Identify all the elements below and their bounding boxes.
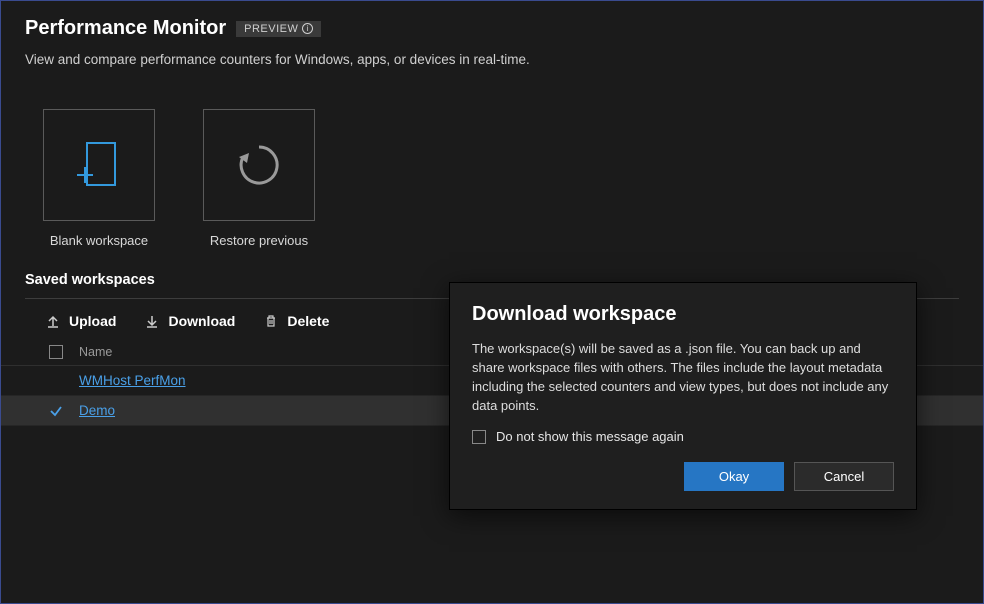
delete-button[interactable]: Delete	[263, 313, 329, 329]
workspace-link[interactable]: WMHost PerfMon	[79, 373, 186, 388]
blank-workspace-label: Blank workspace	[50, 233, 148, 248]
upload-button[interactable]: Upload	[45, 313, 116, 329]
download-icon	[144, 313, 160, 329]
trash-icon	[263, 313, 279, 329]
preview-badge-text: PREVIEW	[244, 23, 298, 35]
dialog-checkbox-row[interactable]: Do not show this message again	[472, 429, 894, 444]
download-workspace-dialog: Download workspace The workspace(s) will…	[449, 282, 917, 510]
dont-show-label: Do not show this message again	[496, 429, 684, 444]
blank-workspace-tile[interactable]	[43, 109, 155, 221]
workspace-link[interactable]: Demo	[79, 403, 115, 418]
page-title: Performance Monitor	[25, 17, 226, 40]
restore-icon	[233, 139, 285, 191]
dialog-body: The workspace(s) will be saved as a .jso…	[472, 340, 894, 415]
info-icon[interactable]: i	[302, 23, 313, 34]
okay-button[interactable]: Okay	[684, 462, 784, 491]
column-name: Name	[79, 345, 112, 359]
dialog-buttons: Okay Cancel	[472, 462, 894, 491]
blank-workspace-icon	[77, 139, 121, 191]
restore-previous-tile[interactable]	[203, 109, 315, 221]
page-header: Performance Monitor PREVIEW i View and c…	[1, 1, 983, 75]
checkmark-icon	[49, 404, 63, 418]
page-subtitle: View and compare performance counters fo…	[25, 52, 959, 67]
preview-badge[interactable]: PREVIEW i	[236, 21, 321, 37]
download-label: Download	[168, 313, 235, 329]
select-all-checkbox[interactable]	[49, 345, 63, 359]
restore-previous-label: Restore previous	[210, 233, 308, 248]
template-tiles: Blank workspace Restore previous	[1, 75, 983, 258]
dont-show-checkbox[interactable]	[472, 430, 486, 444]
upload-label: Upload	[69, 313, 116, 329]
cancel-button[interactable]: Cancel	[794, 462, 894, 491]
dialog-title: Download workspace	[472, 303, 894, 326]
upload-icon	[45, 313, 61, 329]
delete-label: Delete	[287, 313, 329, 329]
download-button[interactable]: Download	[144, 313, 235, 329]
